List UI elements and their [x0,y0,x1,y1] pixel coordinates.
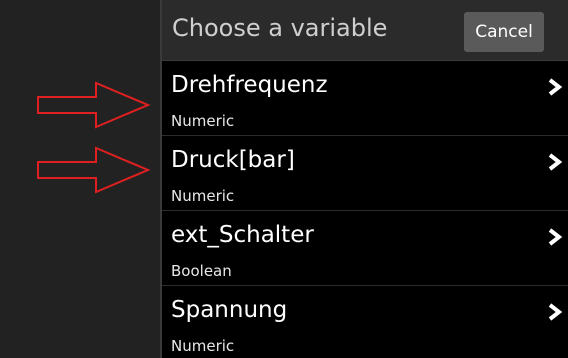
dialog-title: Choose a variable [172,14,388,42]
variable-item-druck[interactable]: Druck[bar] Numeric [162,135,568,210]
variable-picker-dialog: Choose a variable Cancel Drehfrequenz Nu… [162,0,568,358]
chevron-right-icon [548,153,563,171]
variable-name: Drehfrequenz [171,72,328,98]
chevron-right-icon [548,228,563,246]
variable-type: Boolean [171,262,232,280]
variable-list: Drehfrequenz Numeric Druck[bar] Numeric … [162,60,568,358]
dialog-header: Choose a variable Cancel [162,0,568,60]
variable-item-drehfrequenz[interactable]: Drehfrequenz Numeric [162,60,568,135]
variable-item-spannung[interactable]: Spannung Numeric [162,285,568,358]
chevron-right-icon [548,303,563,321]
cancel-button[interactable]: Cancel [464,12,544,52]
screen: Choose a variable Cancel Drehfrequenz Nu… [0,0,568,358]
variable-type: Numeric [171,187,235,205]
variable-item-ext-schalter[interactable]: ext_Schalter Boolean [162,210,568,285]
variable-name: Druck[bar] [171,147,295,173]
variable-name: Spannung [171,297,288,323]
variable-type: Numeric [171,337,235,355]
red-arrow-icon [37,81,151,129]
chevron-right-icon [548,78,563,96]
red-arrow-icon [37,146,151,194]
variable-name: ext_Schalter [171,222,314,248]
variable-type: Numeric [171,112,235,130]
